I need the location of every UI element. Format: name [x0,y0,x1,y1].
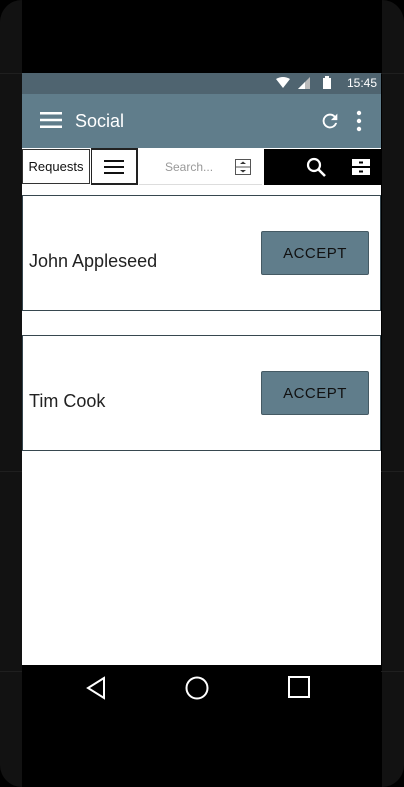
search-input[interactable]: Search... [139,148,262,185]
recents-icon[interactable] [288,676,310,698]
request-card: John Appleseed ACCEPT [22,195,381,311]
list-menu-button[interactable] [91,148,138,185]
more-vert-icon[interactable] [353,109,365,133]
filter-icon[interactable] [352,157,370,177]
back-icon[interactable] [85,676,107,700]
request-name: Tim Cook [29,391,106,411]
wifi-icon [276,77,290,88]
status-time: 15:45 [346,76,377,90]
app-title: Social [75,111,125,131]
search-icon[interactable] [306,157,326,177]
device-bezel-right [382,0,404,787]
search-actions [264,149,381,185]
request-name: John Appleseed [29,251,158,271]
device-frame: 15:45 Social Requests Search... John App… [0,0,404,787]
menu-icon[interactable] [40,112,62,128]
navigation-bar [22,665,381,717]
list-icon [104,160,124,174]
stepper-icon[interactable] [235,159,251,175]
tab-requests[interactable]: Requests [22,149,90,184]
request-card: Tim Cook ACCEPT [22,335,381,451]
screen: 15:45 Social Requests Search... John App… [22,73,381,665]
home-icon[interactable] [185,676,209,700]
refresh-icon[interactable] [319,110,341,132]
device-bezel-left [0,0,22,787]
toolbar: Requests Search... [22,148,381,186]
signal-icon [298,77,310,89]
accept-button[interactable]: ACCEPT [261,371,369,415]
accept-button[interactable]: ACCEPT [261,231,369,275]
search-placeholder: Search... [165,160,214,174]
status-bar: 15:45 [22,73,381,94]
app-bar: Social [22,94,381,148]
battery-icon [323,76,331,89]
